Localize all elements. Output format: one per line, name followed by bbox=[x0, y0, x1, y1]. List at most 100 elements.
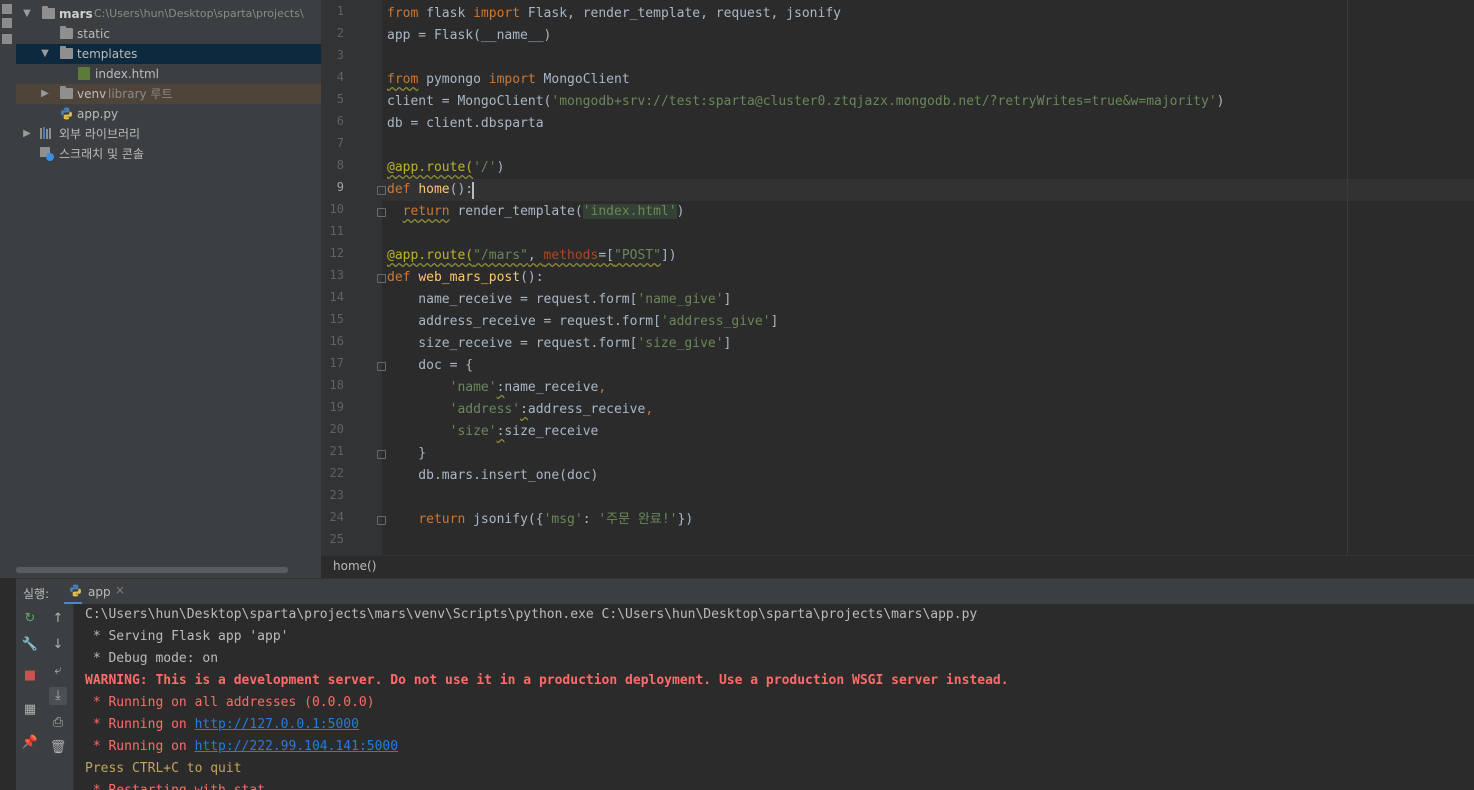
line-number: 14 bbox=[329, 290, 344, 304]
tree-sublabel: library 루트 bbox=[108, 87, 173, 101]
tree-item-static[interactable]: static bbox=[16, 24, 321, 44]
rerun-icon[interactable]: ↻ bbox=[21, 610, 39, 628]
code-line-17: doc = { bbox=[387, 358, 474, 373]
console-line: * Running on all addresses (0.0.0.0) bbox=[85, 695, 375, 710]
line-number: 16 bbox=[329, 334, 344, 348]
line-number: 15 bbox=[329, 312, 344, 326]
code-line-19: 'address':address_receive, bbox=[449, 402, 654, 417]
fold-toggle-icon[interactable] bbox=[377, 362, 386, 371]
tree-label: templates bbox=[77, 47, 138, 61]
arrow-down-icon[interactable]: ↓ bbox=[49, 636, 67, 654]
close-icon[interactable]: × bbox=[115, 583, 125, 597]
line-number: 23 bbox=[329, 488, 344, 502]
run-tab-app[interactable]: app × bbox=[64, 579, 125, 605]
line-number: 21 bbox=[329, 444, 344, 458]
python-file-icon bbox=[61, 107, 72, 120]
folder-icon bbox=[60, 46, 73, 59]
line-number: 17 bbox=[329, 356, 344, 370]
breadcrumb[interactable]: home() bbox=[333, 559, 376, 573]
run-toolbar-secondary: ↑ ↓ ⤶ ⤓ ⎙ 🗑 bbox=[43, 604, 74, 790]
trash-icon[interactable]: 🗑 bbox=[49, 739, 67, 757]
console-link[interactable]: http://222.99.104.141:5000 bbox=[195, 739, 399, 754]
tree-item-index-html[interactable]: index.html bbox=[16, 64, 321, 84]
horizontal-scrollbar[interactable] bbox=[16, 567, 288, 573]
stop-icon[interactable]: ■ bbox=[21, 667, 39, 685]
code-line-10: return render_template('index.html') bbox=[402, 204, 685, 219]
scroll-to-end-icon[interactable]: ⤓ bbox=[49, 687, 67, 705]
code-line-22: db.mars.insert_one(doc) bbox=[387, 468, 599, 483]
line-number: 18 bbox=[329, 378, 344, 392]
code-line-6: db = client.dbsparta bbox=[387, 116, 544, 131]
code-line-8: @app.route('/') bbox=[387, 160, 505, 175]
chevron-down-icon[interactable]: ▼ bbox=[40, 44, 50, 64]
tree-label: 외부 라이브러리 bbox=[59, 127, 141, 141]
project-tool-tab[interactable] bbox=[2, 4, 12, 14]
line-number: 6 bbox=[336, 114, 344, 128]
project-tree-panel: ▼ mars C:\Users\hun\Desktop\sparta\proje… bbox=[16, 0, 321, 578]
folder-icon bbox=[60, 86, 73, 99]
soft-wrap-icon[interactable]: ⤶ bbox=[49, 662, 67, 680]
code-line-14: name_receive = request.form['name_give'] bbox=[387, 292, 732, 307]
line-number: 13 bbox=[329, 268, 344, 282]
arrow-up-icon[interactable]: ↑ bbox=[49, 610, 67, 628]
folder-icon bbox=[60, 26, 73, 39]
tree-item-venv[interactable]: ▶ venv library 루트 bbox=[16, 84, 321, 104]
line-number: 4 bbox=[336, 70, 344, 84]
fold-toggle-icon[interactable] bbox=[377, 516, 386, 525]
run-tool-header: 실행: app × bbox=[16, 578, 1474, 605]
tree-path: C:\Users\hun\Desktop\sparta\projects\ bbox=[94, 7, 304, 20]
line-number: 20 bbox=[329, 422, 344, 436]
console-line: * Running on http://127.0.0.1:5000 bbox=[85, 717, 359, 732]
tree-label: static bbox=[77, 27, 110, 41]
layout-icon[interactable]: ▦ bbox=[21, 701, 39, 719]
code-line-5: client = MongoClient('mongodb+srv://test… bbox=[387, 94, 1225, 109]
code-line-21: } bbox=[387, 446, 427, 461]
chevron-right-icon[interactable]: ▶ bbox=[22, 124, 32, 144]
line-number: 10 bbox=[329, 202, 344, 216]
folder-tool-tab[interactable] bbox=[2, 34, 12, 44]
line-number: 24 bbox=[329, 510, 344, 524]
html-file-icon bbox=[78, 67, 90, 80]
line-number: 12 bbox=[329, 246, 344, 260]
tree-item-templates[interactable]: ▼ templates bbox=[16, 44, 321, 64]
print-icon[interactable]: ⎙ bbox=[49, 714, 67, 732]
tree-item-scratches[interactable]: 스크래치 및 콘솔 bbox=[16, 144, 321, 164]
tree-item-external-libraries[interactable]: ▶ 외부 라이브러리 bbox=[16, 124, 321, 144]
fold-toggle-icon[interactable] bbox=[377, 450, 386, 459]
line-number: 22 bbox=[329, 466, 344, 480]
console-line: * Running on http://222.99.104.141:5000 bbox=[85, 739, 399, 754]
line-number-gutter: 1 2 3 4 5 6 7 8 9 10 11 12 13 14 15 16 1… bbox=[322, 0, 386, 555]
library-icon bbox=[40, 127, 51, 139]
code-line-18: 'name':name_receive, bbox=[449, 380, 607, 395]
line-number: 19 bbox=[329, 400, 344, 414]
code-line-4: from pymongo import MongoClient bbox=[387, 72, 630, 87]
tree-item-app-py[interactable]: app.py bbox=[16, 104, 321, 124]
code-editor[interactable]: 1 2 3 4 5 6 7 8 9 10 11 12 13 14 15 16 1… bbox=[321, 0, 1474, 555]
console-link[interactable]: http://127.0.0.1:5000 bbox=[195, 717, 359, 732]
code-line-12: @app.route("/mars", methods=["POST"]) bbox=[387, 248, 677, 263]
console-line: * Serving Flask app 'app' bbox=[85, 629, 289, 644]
chevron-down-icon[interactable]: ▼ bbox=[22, 4, 32, 24]
fold-toggle-icon[interactable] bbox=[377, 186, 386, 195]
tree-label: index.html bbox=[95, 67, 159, 81]
line-number: 8 bbox=[336, 158, 344, 172]
chevron-right-icon[interactable]: ▶ bbox=[40, 84, 50, 104]
folder-icon bbox=[42, 6, 55, 19]
python-icon bbox=[70, 584, 81, 597]
fold-toggle-icon[interactable] bbox=[377, 208, 386, 217]
fold-toggle-icon[interactable] bbox=[377, 274, 386, 283]
structure-tool-tab[interactable] bbox=[2, 18, 12, 28]
code-line-15: address_receive = request.form['address_… bbox=[387, 314, 779, 329]
code-line-20: 'size':size_receive bbox=[449, 424, 599, 439]
line-number: 25 bbox=[329, 532, 344, 546]
code-line-24: return jsonify({'msg': '주문 완료!'}) bbox=[418, 512, 694, 527]
console-output[interactable]: C:\Users\hun\Desktop\sparta\projects\mar… bbox=[85, 604, 1465, 790]
pin-icon[interactable]: 📌 bbox=[21, 734, 39, 752]
console-line: * Debug mode: on bbox=[85, 651, 219, 666]
wrench-icon[interactable]: 🔧 bbox=[21, 636, 39, 654]
line-number: 1 bbox=[336, 4, 344, 18]
console-warning-line: WARNING: This is a development server. D… bbox=[85, 673, 1009, 688]
line-number: 11 bbox=[329, 224, 344, 238]
right-margin-guide bbox=[1347, 0, 1348, 555]
tree-item-mars-root[interactable]: ▼ mars C:\Users\hun\Desktop\sparta\proje… bbox=[16, 4, 321, 24]
